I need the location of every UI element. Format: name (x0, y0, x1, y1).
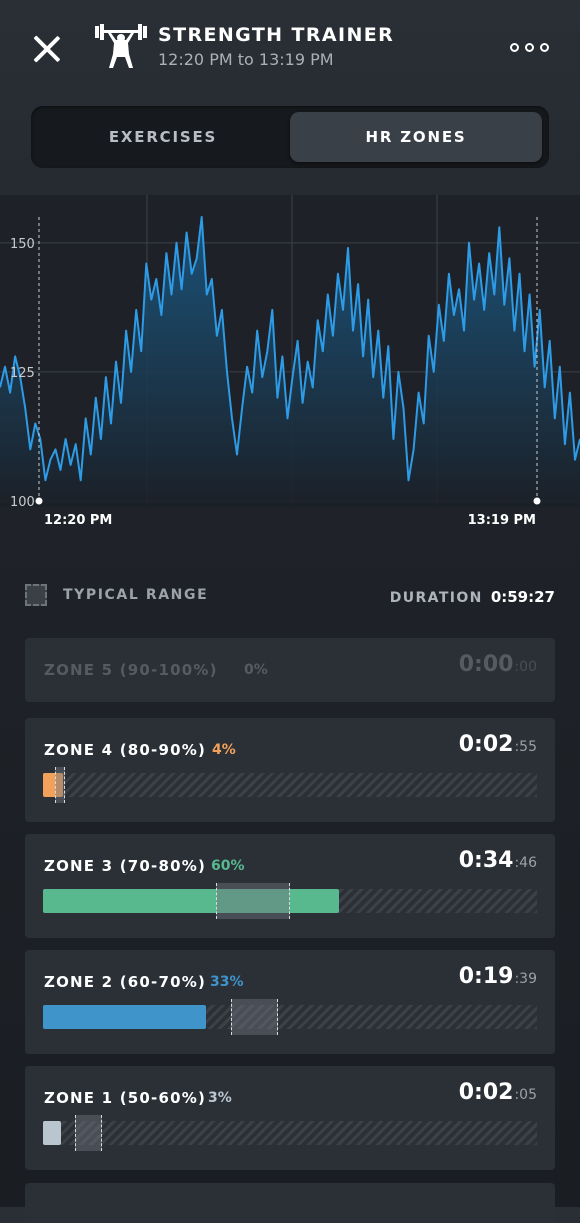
page-title: STRENGTH TRAINER (158, 24, 395, 46)
zone-time: 0:19:39 (459, 964, 537, 989)
zone-time-seconds: :39 (514, 971, 537, 987)
zone-card[interactable]: ZONE 5 (90-100%) 0% 0:00:00 (25, 638, 555, 702)
heart-rate-chart: 150 125 100 12:20 PM 13:19 PM (0, 195, 580, 535)
zone-time: 0:02:55 (459, 732, 537, 757)
zone-name: ZONE 4 (80-90%) (44, 741, 207, 759)
zone-card[interactable]: ZONE 1 (50-60%) 3% 0:02:05 (25, 1066, 555, 1170)
x-tick-start: 12:20 PM (44, 513, 112, 528)
zone-percent: 3% (208, 1090, 232, 1106)
zone-time-seconds: :00 (514, 659, 537, 675)
zone-time: 0:34:46 (459, 848, 537, 873)
more-dots-icon[interactable] (510, 38, 558, 56)
zone-progress-track (43, 1115, 537, 1151)
weightlifter-icon (95, 24, 147, 68)
header: STRENGTH TRAINER 12:20 PM to 13:19 PM (0, 0, 580, 100)
tab-hr-zones[interactable]: HR ZONES (290, 112, 542, 162)
zone-name: ZONE 1 (50-60%) (44, 1089, 207, 1107)
typical-range-marker (54, 767, 65, 803)
zone-percent: 4% (212, 742, 236, 758)
zone-progress-fill (43, 889, 340, 913)
duration-label: DURATION (389, 590, 483, 606)
zone-progress-track (43, 883, 537, 919)
typical-range-label: TYPICAL RANGE (63, 587, 209, 603)
zone-card-partial (25, 1183, 555, 1223)
start-marker-dot (35, 497, 43, 505)
zone-name: ZONE 5 (90-100%) (44, 661, 218, 679)
y-tick-label: 100 (10, 495, 35, 510)
zone-name: ZONE 3 (70-80%) (44, 857, 207, 875)
zone-progress-track (43, 767, 537, 803)
zone-card[interactable]: ZONE 2 (60-70%) 33% 0:19:39 (25, 950, 555, 1054)
duration-value: 0:59:27 (490, 588, 555, 606)
tab-exercises[interactable]: EXERCISES (37, 112, 289, 162)
duration: DURATION 0:59:27 (390, 588, 555, 606)
zone-time-main: 0:02 (458, 732, 514, 757)
zone-card[interactable]: ZONE 3 (70-80%) 60% 0:34:46 (25, 834, 555, 938)
close-icon[interactable] (30, 32, 64, 66)
zone-time-seconds: :55 (514, 739, 537, 755)
typical-range-legend: TYPICAL RANGE (25, 584, 208, 606)
zone-name: ZONE 2 (60-70%) (44, 973, 207, 991)
segmented-control: EXERCISES HR ZONES (31, 106, 549, 168)
zone-time-seconds: :46 (514, 855, 537, 871)
zone-progress-fill (43, 1121, 61, 1145)
time-range: 12:20 PM to 13:19 PM (158, 50, 334, 69)
zone-percent: 0% (244, 662, 268, 678)
zone-time-main: 0:00 (458, 652, 514, 677)
zone-card[interactable]: ZONE 4 (80-90%) 4% 0:02:55 (25, 718, 555, 822)
zone-time: 0:00:00 (459, 652, 537, 677)
zone-percent: 33% (210, 974, 244, 990)
typical-range-swatch (25, 584, 47, 606)
zone-progress-fill (43, 1005, 207, 1029)
y-tick-label: 150 (10, 237, 35, 252)
typical-range-marker (215, 883, 290, 919)
zone-percent: 60% (211, 858, 245, 874)
typical-range-marker (75, 1115, 103, 1151)
zone-time-main: 0:19 (458, 964, 514, 989)
zone-progress-track (43, 999, 537, 1035)
x-tick-end: 13:19 PM (468, 513, 536, 528)
zone-time: 0:02:05 (459, 1080, 537, 1105)
y-tick-label: 125 (10, 366, 35, 381)
zone-time-seconds: :05 (514, 1087, 537, 1103)
typical-range-marker (230, 999, 278, 1035)
zone-time-main: 0:34 (458, 848, 514, 873)
zone-time-main: 0:02 (458, 1080, 514, 1105)
end-marker-dot (533, 497, 541, 505)
